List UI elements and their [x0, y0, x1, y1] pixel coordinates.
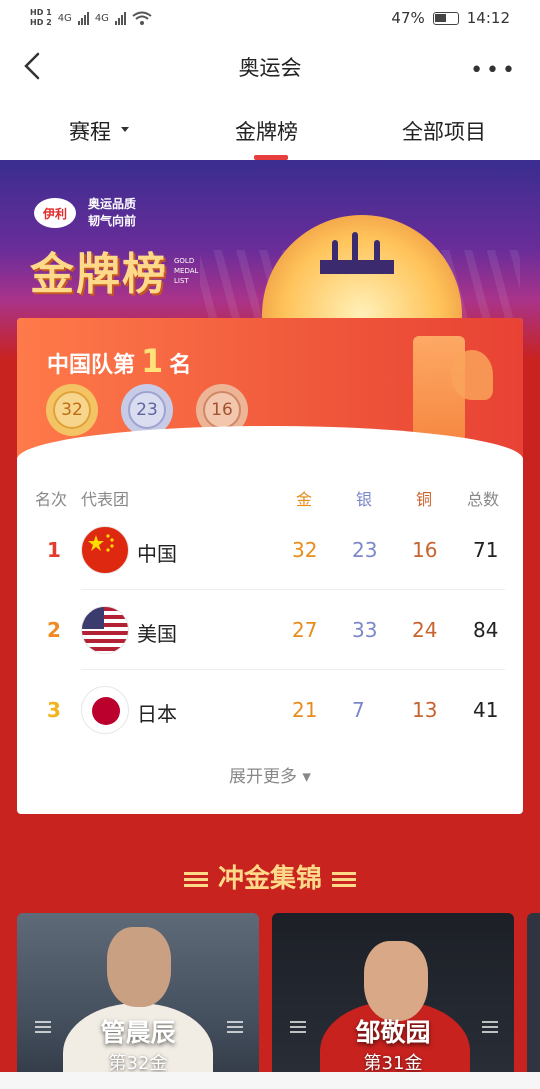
rank-prefix: 中国队第 — [47, 353, 136, 378]
row-gold: 32 — [292, 538, 318, 562]
rank-suffix: 名 — [169, 353, 192, 378]
network-type-2: 4G — [94, 12, 109, 24]
highlights-title-text: 冲金集锦 — [217, 864, 322, 894]
wifi-icon — [132, 11, 152, 25]
status-bar: HD 1 HD 2 4G 4G 47% 14:12 — [0, 0, 540, 36]
table-row[interactable]: 1 中国 32 23 16 71 — [17, 510, 523, 590]
expand-more-button[interactable]: 展开更多 ▾ — [17, 762, 523, 787]
cloud-icon — [451, 350, 493, 400]
athlete-name: 管晨辰 — [100, 1018, 176, 1047]
row-gold: 21 — [292, 698, 318, 722]
highlights-title: 冲金集锦 — [0, 858, 540, 895]
more-icon[interactable]: ••• — [470, 58, 518, 83]
athlete-figure-icon — [374, 240, 380, 260]
row-total: 71 — [473, 538, 499, 562]
dropdown-caret-icon[interactable] — [120, 126, 130, 134]
table-row[interactable]: 2 美国 27 33 24 84 — [17, 590, 523, 670]
clock: 14:12 — [466, 9, 510, 27]
header-silver: 银 — [356, 490, 373, 509]
status-right: 47% 14:12 — [391, 9, 510, 27]
row-bronze: 13 — [412, 698, 438, 722]
athlete-figure-icon — [332, 240, 338, 260]
status-left: HD 1 HD 2 4G 4G — [30, 8, 152, 28]
row-rank: 1 — [47, 538, 61, 562]
banner-title: 金牌榜 — [30, 249, 168, 300]
china-rank-title: 中国队第 1 名 — [47, 342, 191, 380]
tab-medal-table[interactable]: 金牌榜 — [235, 116, 298, 146]
battery-icon — [432, 11, 459, 25]
row-total: 41 — [473, 698, 499, 722]
navbar: 奥运会 ••• — [0, 36, 540, 98]
row-gold: 27 — [292, 618, 318, 642]
row-bronze: 24 — [412, 618, 438, 642]
header-rank: 名次 — [35, 490, 68, 509]
row-team: 中国 — [137, 542, 177, 566]
brand-logo: 伊利 — [34, 198, 76, 228]
athlete-photo-head — [364, 941, 428, 1021]
system-nav-bar — [0, 1072, 540, 1089]
signal-icon — [77, 11, 89, 25]
row-silver: 33 — [352, 618, 378, 642]
header-gold: 金 — [296, 490, 313, 509]
slogan-line-1: 奥运品质 — [88, 197, 137, 211]
row-team: 日本 — [137, 702, 177, 726]
rank-number: 1 — [141, 342, 164, 380]
row-team: 美国 — [137, 622, 177, 646]
podium-icon — [320, 260, 394, 274]
battery-percent: 47% — [391, 9, 425, 27]
row-total: 84 — [473, 618, 499, 642]
sim2-label: HD 2 — [30, 18, 52, 27]
athlete-figure-icon — [352, 232, 358, 260]
sim-indicator: HD 1 HD 2 — [30, 8, 52, 28]
header-total: 总数 — [467, 490, 500, 509]
table-row[interactable]: 3 日本 21 7 13 41 — [17, 670, 523, 750]
network-type-1: 4G — [57, 12, 72, 24]
bronze-count: 16 — [203, 391, 241, 429]
banner-title-en: GOLD MEDAL LIST — [174, 257, 199, 285]
highlight-card-partial[interactable] — [527, 913, 540, 1089]
medal-table-card: 中国队第 1 名 32 23 16 名次 代表团 金 银 铜 总数 1 中国 3… — [17, 318, 523, 814]
tab-bar: 赛程 金牌榜 全部项目 — [0, 98, 540, 160]
row-silver: 23 — [352, 538, 378, 562]
slogan-line-2: 韧气向前 — [88, 214, 137, 228]
silver-count: 23 — [128, 391, 166, 429]
decor-bars-icon — [332, 871, 356, 888]
sim1-label: HD 1 — [30, 8, 52, 17]
usa-flag-icon — [81, 606, 129, 654]
highlight-card[interactable]: 邹敬园 第31金 — [272, 913, 514, 1089]
tab-all-events[interactable]: 全部项目 — [402, 116, 486, 146]
row-rank: 2 — [47, 618, 61, 642]
signal-icon — [114, 11, 126, 25]
highlight-card[interactable]: 管晨辰 第32金 — [17, 913, 259, 1089]
row-bronze: 16 — [412, 538, 438, 562]
header-bronze: 铜 — [416, 490, 433, 509]
athlete-photo-head — [107, 927, 171, 1007]
japan-flag-icon — [81, 686, 129, 734]
banner-slogan: 奥运品质 韧气向前 — [88, 196, 158, 230]
athlete-name: 邹敬园 — [355, 1018, 431, 1047]
gold-count: 32 — [53, 391, 91, 429]
tab-schedule[interactable]: 赛程 — [69, 116, 111, 146]
header-team: 代表团 — [81, 490, 130, 509]
china-flag-icon — [81, 526, 129, 574]
back-arrow-icon[interactable] — [20, 50, 48, 82]
row-rank: 3 — [47, 698, 61, 722]
page-title: 奥运会 — [238, 56, 302, 80]
row-silver: 7 — [352, 698, 365, 722]
gold-medal-icon: 32 — [46, 384, 98, 436]
table-header: 名次 代表团 金 银 铜 总数 — [17, 486, 523, 509]
decor-bars-icon — [183, 871, 208, 888]
